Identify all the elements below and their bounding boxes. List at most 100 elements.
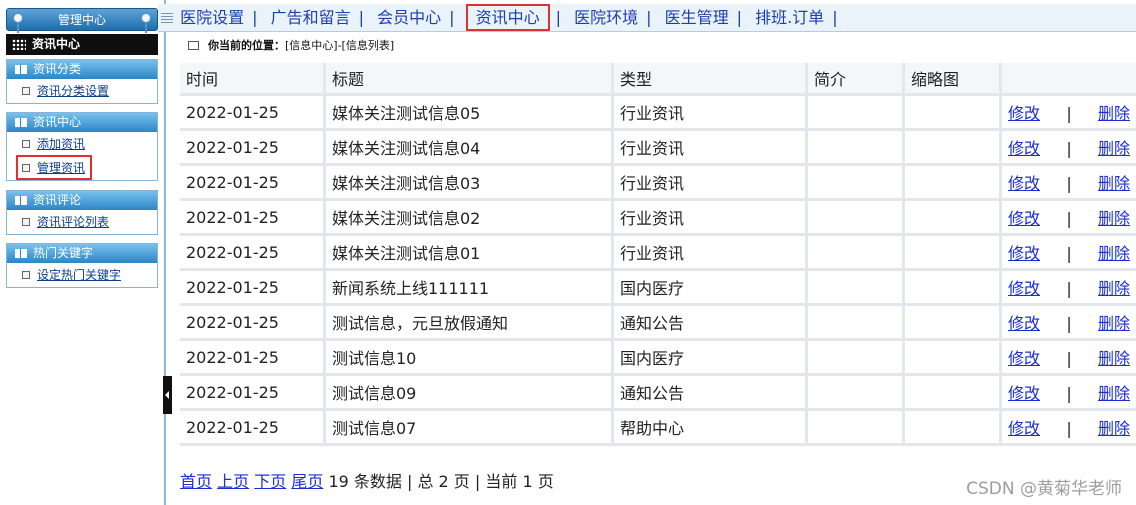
column-header-date[interactable]: 时间 [180,63,326,96]
nav-separator: | [252,8,258,27]
delete-link[interactable]: 删除 [1098,104,1130,123]
cell-thumbnail [905,236,1002,271]
pager-summary: 19 条数据 | 总 2 页 | 当前 1 页 [328,472,554,491]
cell-actions: 修改 | 删除 [1002,376,1136,411]
sidebar-collapse-handle[interactable] [163,376,172,414]
table-row: 2022-01-25 媒体关注测试信息02 行业资讯 修改 | 删除 [180,201,1136,236]
sidebar-group-head[interactable]: 热门关键字 [7,244,157,263]
nav-separator: | [358,8,364,27]
document-icon [22,218,30,226]
sidebar-group-comments: 资讯评论 资讯评论列表 [6,190,158,235]
cell-thumbnail [905,306,1002,341]
book-icon [15,249,27,258]
delete-link[interactable]: 删除 [1098,209,1130,228]
edit-link[interactable]: 修改 [1008,279,1040,298]
sidebar-link[interactable]: 添加资讯 [37,137,85,151]
nav-separator: | [555,8,561,27]
nav-doctor-management[interactable]: 医生管理 [663,8,731,27]
nav-ads-messages[interactable]: 广告和留言 [269,8,353,27]
column-header-title[interactable]: 标题 [326,63,614,96]
page-icon [188,41,199,50]
edit-link[interactable]: 修改 [1008,209,1040,228]
nav-schedule-orders[interactable]: 排班.订单 [753,8,826,27]
edit-link[interactable]: 修改 [1008,139,1040,158]
column-header-thumbnail[interactable]: 缩略图 [905,63,1002,96]
nav-hospital-settings[interactable]: 医院设置 [178,8,246,27]
document-icon [22,271,30,279]
cell-title: 测试信息10 [326,341,614,376]
book-icon [15,65,27,74]
pager-first[interactable]: 首页 [180,472,212,491]
edit-link[interactable]: 修改 [1008,349,1040,368]
delete-link[interactable]: 删除 [1098,419,1130,438]
cell-thumbnail [905,131,1002,166]
delete-link[interactable]: 删除 [1098,384,1130,403]
delete-link[interactable]: 删除 [1098,279,1130,298]
pager-last[interactable]: 尾页 [291,472,323,491]
cell-title: 媒体关注测试信息05 [326,96,614,131]
sidebar-link[interactable]: 资讯评论列表 [37,215,109,229]
nav-news-center[interactable]: 资讯中心 [465,4,550,31]
nav-separator: | [646,8,652,27]
nav-separator: | [449,8,455,27]
pager-prev[interactable]: 上页 [217,472,249,491]
cell-intro [808,166,905,201]
group-head-label: 资讯中心 [33,115,82,129]
action-separator: | [1066,244,1072,263]
sidebar-item-category-settings[interactable]: 资讯分类设置 [7,79,157,103]
table-header-row: 时间 标题 类型 简介 缩略图 [180,63,1136,96]
breadcrumb-label: 你当前的位置： [208,39,285,52]
column-header-actions [1002,63,1136,96]
document-icon [22,140,30,148]
cell-type: 行业资讯 [614,166,808,201]
sidebar-item-manage-news[interactable]: 管理资讯 [7,155,157,180]
sidebar-item-add-news[interactable]: 添加资讯 [7,132,157,156]
sidebar-item-comment-list[interactable]: 资讯评论列表 [7,210,157,234]
delete-link[interactable]: 删除 [1098,349,1130,368]
edit-link[interactable]: 修改 [1008,174,1040,193]
edit-link[interactable]: 修改 [1008,419,1040,438]
nav-hospital-environment[interactable]: 医院环境 [572,8,640,27]
table-row: 2022-01-25 测试信息09 通知公告 修改 | 删除 [180,376,1136,411]
action-separator: | [1066,174,1072,193]
column-header-type[interactable]: 类型 [614,63,808,96]
cell-type: 帮助中心 [614,411,808,446]
sidebar-link[interactable]: 设定热门关键字 [37,268,121,282]
cell-type: 行业资讯 [614,236,808,271]
edit-link[interactable]: 修改 [1008,384,1040,403]
cell-title: 测试信息，元旦放假通知 [326,306,614,341]
delete-link[interactable]: 删除 [1098,244,1130,263]
sidebar-group-category: 资讯分类 资讯分类设置 [6,59,158,104]
sidebar-group-head[interactable]: 资讯中心 [7,113,157,132]
cell-thumbnail [905,341,1002,376]
column-header-intro[interactable]: 简介 [808,63,905,96]
sidebar-group-head[interactable]: 资讯评论 [7,191,157,210]
delete-link[interactable]: 删除 [1098,174,1130,193]
table-row: 2022-01-25 媒体关注测试信息01 行业资讯 修改 | 删除 [180,236,1136,271]
delete-link[interactable]: 删除 [1098,139,1130,158]
edit-link[interactable]: 修改 [1008,104,1040,123]
group-head-label: 热门关键字 [33,246,94,260]
cell-intro [808,131,905,166]
action-separator: | [1066,349,1072,368]
delete-link[interactable]: 删除 [1098,314,1130,333]
sidebar-title-label: 管理中心 [57,13,106,27]
cell-intro [808,236,905,271]
cell-title: 测试信息09 [326,376,614,411]
action-separator: | [1066,384,1072,403]
cell-type: 行业资讯 [614,96,808,131]
sidebar-link[interactable]: 资讯分类设置 [37,84,109,98]
action-separator: | [1066,419,1072,438]
table-row: 2022-01-25 测试信息10 国内医疗 修改 | 删除 [180,341,1136,376]
cell-actions: 修改 | 删除 [1002,271,1136,306]
edit-link[interactable]: 修改 [1008,244,1040,263]
cell-type: 行业资讯 [614,131,808,166]
nav-members[interactable]: 会员中心 [375,8,443,27]
pager-next[interactable]: 下页 [254,472,286,491]
cell-actions: 修改 | 删除 [1002,166,1136,201]
sidebar-item-hot-keywords[interactable]: 设定热门关键字 [7,263,157,287]
cell-intro [808,376,905,411]
edit-link[interactable]: 修改 [1008,314,1040,333]
sidebar-group-head[interactable]: 资讯分类 [7,60,157,79]
sidebar-group-news: 资讯中心 添加资讯 管理资讯 [6,112,158,181]
